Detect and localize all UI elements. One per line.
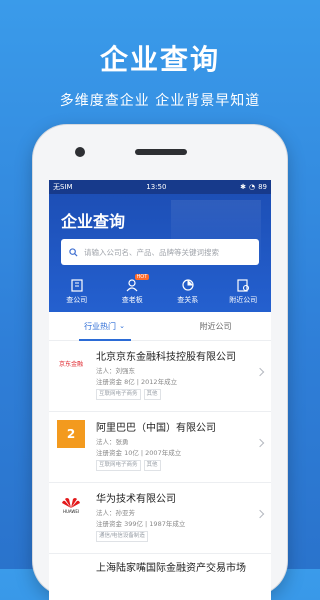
chevron-right-icon (255, 367, 265, 377)
tag: 其他 (143, 389, 161, 400)
chevron-down-icon: ⌄ (119, 322, 125, 330)
tab-nearby-companies[interactable]: 附近公司 (160, 312, 271, 340)
speaker-icon (135, 149, 187, 155)
quick-company[interactable]: 查公司 (49, 278, 105, 305)
registration-info: 注册资金 10亿 | 2007年成立 (96, 449, 182, 457)
tag-list: 互联网电子商务 其他 (96, 460, 161, 471)
alibaba-logo: 2 (57, 420, 85, 448)
huawei-logo: HUAWEI (57, 491, 85, 519)
list-item[interactable]: 上海陆家嘴国际金融资产交易市场 (49, 554, 271, 574)
wifi-icon: ◔ (248, 183, 256, 191)
tag: 其他 (143, 460, 161, 471)
quick-relation[interactable]: 查关系 (160, 278, 216, 305)
legal-rep: 法人：孙亚芳 (96, 509, 135, 517)
registration-info: 注册资金 8亿 | 2012年成立 (96, 378, 178, 386)
promo-title: 企业查询 (99, 43, 220, 76)
app-title: 企业查询 (61, 212, 126, 231)
chevron-right-icon (255, 438, 265, 448)
tag: 互联网电子商务 (96, 389, 141, 400)
quick-boss[interactable]: HOT 查老板 (105, 274, 161, 305)
list-item[interactable]: 京东金融 北京京东金融科技控股有限公司 法人：刘强东 注册资金 8亿 | 201… (49, 341, 271, 412)
company-name: 华为技术有限公司 (96, 494, 176, 505)
company-name: 阿里巴巴（中国）有限公司 (96, 423, 216, 434)
search-placeholder: 请输入公司名、产品、品牌等关键词搜索 (84, 247, 219, 257)
tab-nearby-label: 附近公司 (199, 321, 232, 331)
search-icon (69, 247, 78, 257)
chevron-right-icon (255, 509, 265, 519)
camera-icon (75, 147, 85, 157)
quick-relation-label: 查关系 (177, 296, 199, 304)
legal-rep: 法人：刘强东 (96, 367, 135, 375)
status-bar: 无SIM 13:50 ✱ ◔ 89 (49, 180, 271, 194)
tag: 通信/电信设备制造 (96, 531, 148, 542)
app-header: 企业查询 请输入公司名、产品、品牌等关键词搜索 查公司 HOT 查老板 查关系 … (49, 194, 271, 312)
legal-rep: 法人：张勇 (96, 438, 129, 446)
hot-badge: HOT (134, 274, 150, 280)
registration-info: 注册资金 399亿 | 1987年成立 (96, 520, 186, 528)
tag-list: 通信/电信设备制造 (96, 531, 148, 542)
clock: 13:50 (146, 183, 167, 191)
status-icons: ✱ ◔ 89 (240, 183, 267, 191)
search-box[interactable]: 请输入公司名、产品、品牌等关键词搜索 (61, 239, 259, 265)
quick-company-label: 查公司 (66, 296, 88, 304)
list-item[interactable]: 2 阿里巴巴（中国）有限公司 法人：张勇 注册资金 10亿 | 2007年成立 … (49, 412, 271, 483)
tag-list: 互联网电子商务 其他 (96, 389, 161, 400)
list-item[interactable]: HUAWEI 华为技术有限公司 法人：孙亚芳 注册资金 399亿 | 1987年… (49, 483, 271, 554)
nearby-icon (237, 279, 250, 292)
huawei-petal-icon (62, 497, 80, 508)
tag: 互联网电子商务 (96, 460, 141, 471)
app-screen: 无SIM 13:50 ✱ ◔ 89 企业查询 请输入公司名、产品、品牌等关键词搜… (49, 180, 271, 600)
tab-hot-industry[interactable]: 行业热门 ⌄ (49, 312, 160, 341)
tab-hot-industry-label: 行业热门 (84, 321, 117, 331)
carrier-label: 无SIM (53, 183, 73, 191)
quick-boss-label: 查老板 (121, 296, 143, 304)
quick-nearby[interactable]: 附近公司 (216, 278, 272, 305)
phone-mockup: 无SIM 13:50 ✱ ◔ 89 企业查询 请输入公司名、产品、品牌等关键词搜… (33, 125, 287, 600)
bluetooth-icon: ✱ (240, 183, 246, 191)
boss-icon (126, 279, 138, 292)
tab-bar: 行业热门 ⌄ 附近公司 (49, 312, 271, 341)
company-icon (71, 279, 83, 292)
battery-label: 89 (258, 183, 267, 191)
quick-actions: 查公司 HOT 查老板 查关系 附近公司 (49, 274, 272, 305)
jd-finance-logo: 京东金融 (58, 360, 83, 368)
company-name: 北京京东金融科技控股有限公司 (96, 352, 236, 363)
promo-subtitle: 多维度查企业 企业背景早知道 (59, 93, 261, 109)
relation-icon (182, 279, 194, 291)
company-name: 上海陆家嘴国际金融资产交易市场 (96, 563, 246, 574)
quick-nearby-label: 附近公司 (229, 296, 258, 304)
